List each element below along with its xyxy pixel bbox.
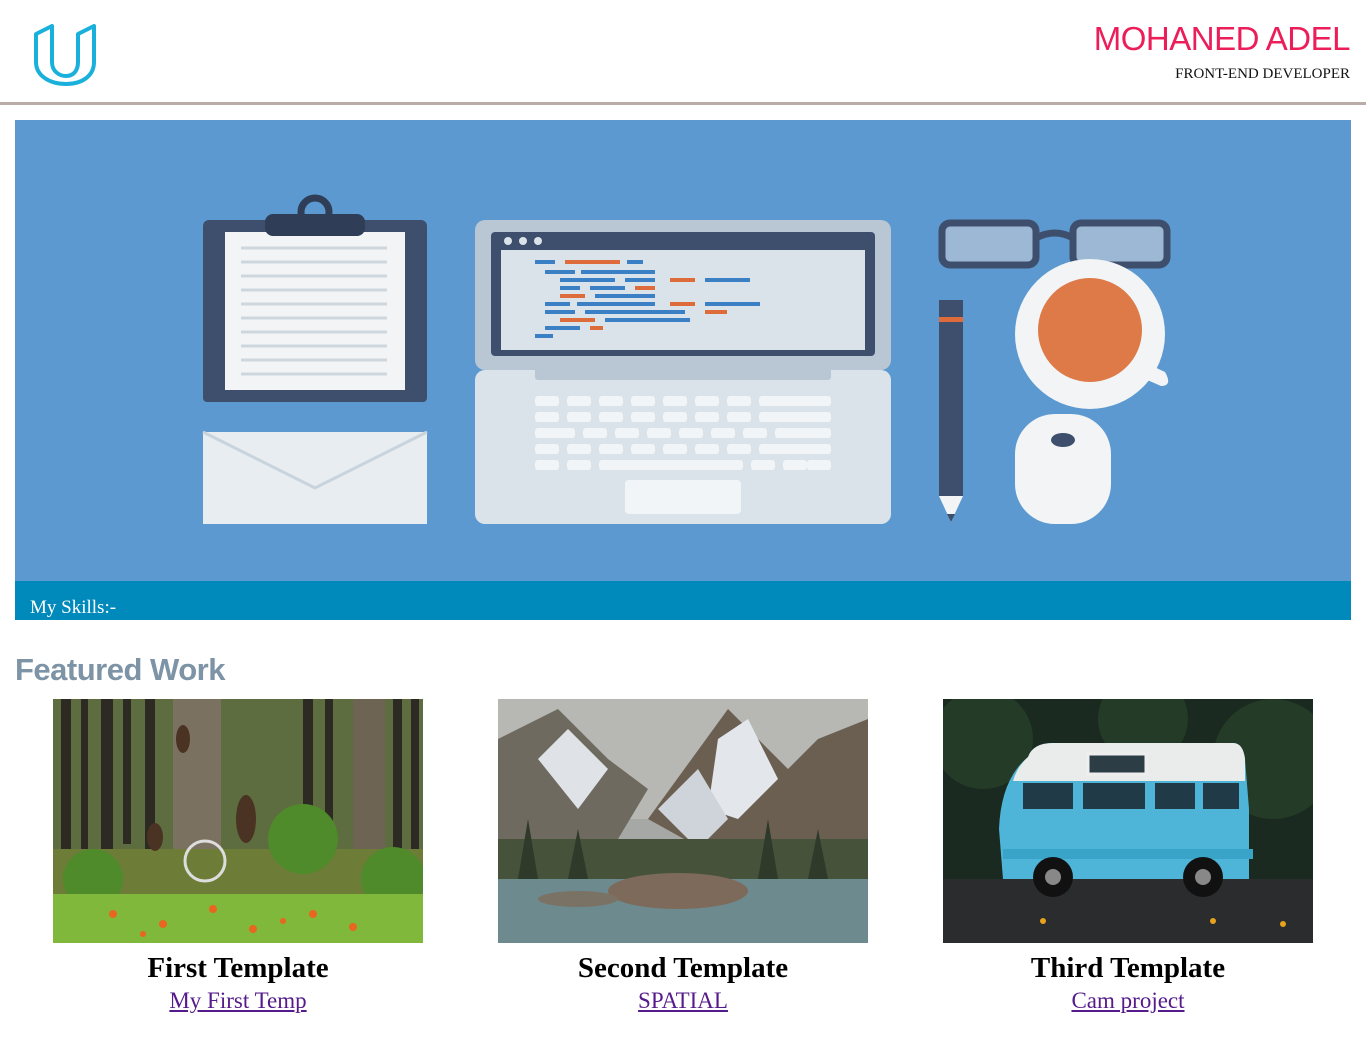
card-title: Third Template (1030, 952, 1226, 984)
project-card-1: First Template My First Temp (53, 699, 423, 1014)
project-card-3: Third Template Cam project (943, 699, 1313, 1014)
card-link[interactable]: Cam project (1071, 988, 1184, 1014)
skills-bar: My Skills:- (15, 581, 1351, 620)
card-link[interactable]: My First Temp (169, 988, 306, 1014)
featured-work-title: Featured Work (15, 652, 225, 687)
hero-banner: My Skills:- (15, 120, 1351, 620)
udacity-logo-icon[interactable] (30, 22, 100, 86)
developer-name: MOHANED ADEL (1093, 20, 1351, 57)
pencil-icon (939, 300, 963, 522)
skills-label: My Skills:- (30, 597, 117, 618)
blue-van-image (943, 699, 1313, 943)
card-title: Second Template (577, 952, 789, 984)
mountain-lake-image (498, 699, 868, 943)
mouse-icon (1015, 414, 1111, 524)
envelope-icon (202, 430, 428, 524)
forest-bears-image (53, 699, 423, 943)
developer-role: FRONT-END DEVELOPER (1175, 66, 1350, 82)
workspace-illustration (15, 120, 1351, 581)
card-title: First Template (147, 952, 329, 984)
clipboard-icon (203, 194, 427, 402)
laptop-icon (475, 220, 891, 524)
site-header: MOHANED ADEL FRONT-END DEVELOPER (0, 0, 1366, 105)
project-card-2: Second Template SPATIAL (498, 699, 868, 1014)
card-link[interactable]: SPATIAL (638, 988, 728, 1014)
